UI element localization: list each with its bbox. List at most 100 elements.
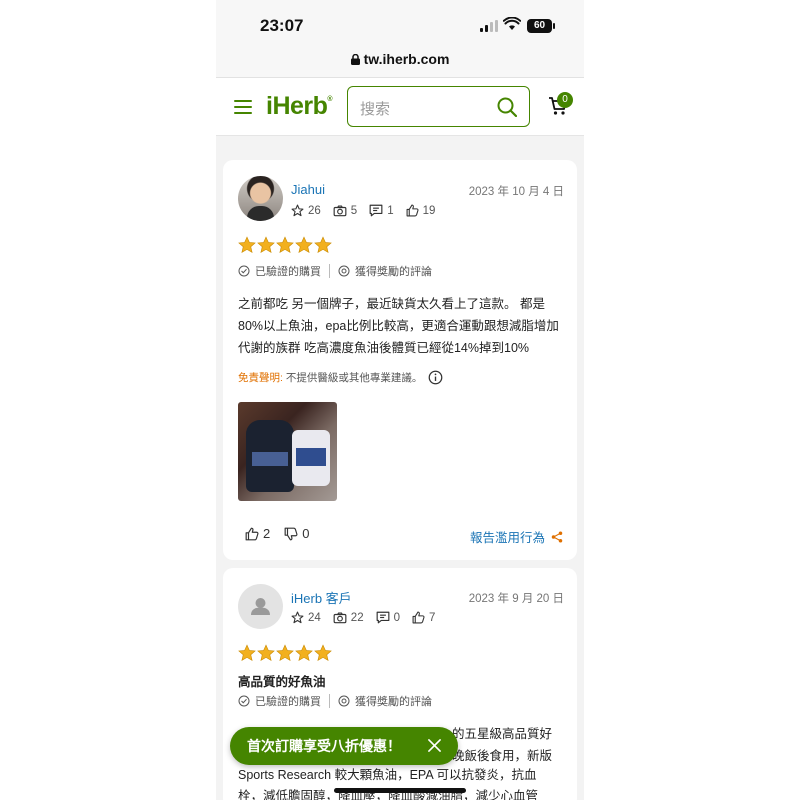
review-body-line: 的五星級高品質好 bbox=[452, 727, 553, 741]
thumbs-down-icon bbox=[284, 527, 298, 540]
helpful-button[interactable]: 2 bbox=[245, 526, 270, 541]
search-icon[interactable] bbox=[497, 97, 517, 117]
stat-likes-count: 19 bbox=[422, 204, 436, 217]
search-input[interactable]: 搜索 bbox=[347, 86, 530, 127]
verified-purchase-label: 已驗證的購買 bbox=[255, 266, 321, 278]
user-icon bbox=[251, 598, 270, 615]
review-author[interactable]: Jiahui bbox=[291, 182, 325, 197]
stat-stars: 24 bbox=[291, 611, 321, 624]
search-placeholder: 搜索 bbox=[360, 101, 391, 118]
star-icon bbox=[238, 236, 256, 254]
stat-photos: 22 bbox=[333, 612, 364, 624]
site-header: iHerb® 搜索 0 bbox=[216, 78, 584, 136]
disclaimer-text: 不提供醫級或其他專業建議。 bbox=[285, 372, 423, 384]
status-bar: 23:07 60 bbox=[216, 0, 584, 44]
stat-comments: 0 bbox=[376, 611, 400, 624]
star-icon bbox=[314, 236, 332, 254]
thumbs-up-icon bbox=[412, 611, 425, 624]
avatar[interactable] bbox=[238, 584, 283, 629]
lock-icon bbox=[350, 54, 360, 65]
battery-cap bbox=[553, 23, 555, 29]
cart-count-badge: 0 bbox=[557, 92, 573, 108]
review-date: 2023 年 10 月 4 日 bbox=[468, 186, 564, 198]
star-outline-icon bbox=[291, 204, 304, 217]
camera-icon bbox=[333, 611, 347, 623]
wifi-icon bbox=[503, 17, 521, 30]
review-author[interactable]: iHerb 客戶 bbox=[291, 588, 352, 607]
url-text: tw.iherb.com bbox=[363, 51, 450, 67]
rewarded-review-label: 獲得獎勵的評論 bbox=[355, 266, 432, 278]
unhelpful-button[interactable]: 0 bbox=[284, 526, 309, 541]
review-card: iHerb 客戶 2023 年 9 月 20 日 24 22 0 7 高品質的好… bbox=[223, 568, 577, 800]
unhelpful-count: 0 bbox=[302, 526, 310, 541]
review-card: Jiahui 2023 年 10 月 4 日 26 5 1 19 已驗證的購買 … bbox=[223, 160, 577, 560]
status-time: 23:07 bbox=[260, 16, 304, 35]
stat-stars: 26 bbox=[291, 204, 321, 217]
disclaimer-label: 免責聲明: bbox=[238, 372, 283, 384]
comment-icon bbox=[369, 204, 383, 217]
share-icon[interactable] bbox=[551, 531, 563, 543]
stat-photos: 5 bbox=[333, 205, 357, 217]
star-icon bbox=[295, 644, 313, 662]
review-badges: 已驗證的購買 獲得獎勵的評論 bbox=[238, 263, 432, 279]
signal-icon bbox=[480, 20, 498, 32]
thumbs-up-icon bbox=[406, 204, 419, 217]
review-date: 2023 年 9 月 20 日 bbox=[468, 593, 564, 605]
star-icon bbox=[238, 644, 256, 662]
camera-icon bbox=[333, 204, 347, 216]
info-icon[interactable] bbox=[428, 370, 443, 385]
stat-photos-count: 5 bbox=[350, 204, 358, 217]
stat-stars-count: 24 bbox=[308, 611, 321, 624]
review-photo[interactable] bbox=[238, 402, 337, 501]
star-icon bbox=[276, 644, 294, 662]
url-bar[interactable]: tw.iherb.com bbox=[216, 44, 584, 78]
comment-icon bbox=[376, 611, 390, 624]
star-icon bbox=[295, 236, 313, 254]
stat-comments: 1 bbox=[369, 204, 394, 217]
star-rating bbox=[238, 236, 333, 254]
helpful-count: 2 bbox=[263, 526, 271, 541]
home-indicator[interactable] bbox=[334, 788, 466, 793]
star-icon bbox=[257, 644, 275, 662]
star-icon bbox=[276, 236, 294, 254]
verified-purchase-label: 已驗證的購買 bbox=[255, 696, 321, 708]
phone-screen: 23:07 60 tw.iherb.com iHerb® 搜索 0 Jiahui… bbox=[216, 0, 584, 800]
disclaimer: 免責聲明: 不提供醫級或其他專業建議。 bbox=[238, 370, 443, 385]
star-outline-icon bbox=[291, 611, 304, 624]
review-badges: 已驗證的購買 獲得獎勵的評論 bbox=[238, 693, 432, 709]
logo-text: iHerb bbox=[266, 92, 328, 120]
reward-icon bbox=[338, 265, 350, 277]
photo-bottle-dark bbox=[246, 420, 294, 492]
stat-photos-count: 22 bbox=[350, 611, 364, 624]
first-order-promo-toast[interactable]: 首次訂購享受八折優惠！ bbox=[230, 727, 458, 765]
photo-bottle-light bbox=[292, 430, 330, 486]
review-actions: 2 0 bbox=[245, 526, 323, 541]
review-body-line: Sports Research 較大顆魚油，EPA 可以抗發炎，抗血 bbox=[238, 768, 537, 782]
star-icon bbox=[257, 236, 275, 254]
thumbs-up-icon bbox=[245, 527, 259, 540]
star-icon bbox=[314, 644, 332, 662]
check-circle-icon bbox=[238, 695, 250, 707]
iherb-logo[interactable]: iHerb® bbox=[266, 92, 333, 121]
review-body: 之前都吃 另一個牌子，最近缺貨太久看上了這款。 都是80%以上魚油，epa比例比… bbox=[238, 297, 559, 355]
avatar[interactable] bbox=[238, 176, 283, 221]
menu-icon[interactable] bbox=[234, 100, 252, 114]
report-abuse-label: 報告濫用行為 bbox=[469, 531, 545, 545]
close-icon[interactable] bbox=[428, 739, 441, 752]
check-circle-icon bbox=[238, 265, 250, 277]
stat-likes: 19 bbox=[406, 204, 436, 217]
review-title: 高品質的好魚油 bbox=[238, 675, 326, 689]
stat-comments-count: 0 bbox=[393, 611, 400, 624]
report-abuse-link[interactable]: 報告濫用行為 bbox=[470, 527, 563, 546]
reviewer-stats: 24 22 0 7 bbox=[291, 611, 447, 624]
stat-stars-count: 26 bbox=[308, 204, 321, 217]
star-rating bbox=[238, 644, 333, 662]
rewarded-review-label: 獲得獎勵的評論 bbox=[355, 696, 432, 708]
promo-text: 首次訂購享受八折優惠！ bbox=[247, 738, 401, 754]
battery-icon: 60 bbox=[527, 19, 552, 33]
stat-likes: 7 bbox=[412, 611, 435, 624]
stat-comments-count: 1 bbox=[387, 204, 394, 217]
reviewer-stats: 26 5 1 19 bbox=[291, 204, 447, 217]
stat-likes-count: 7 bbox=[429, 611, 436, 624]
reward-icon bbox=[338, 695, 350, 707]
